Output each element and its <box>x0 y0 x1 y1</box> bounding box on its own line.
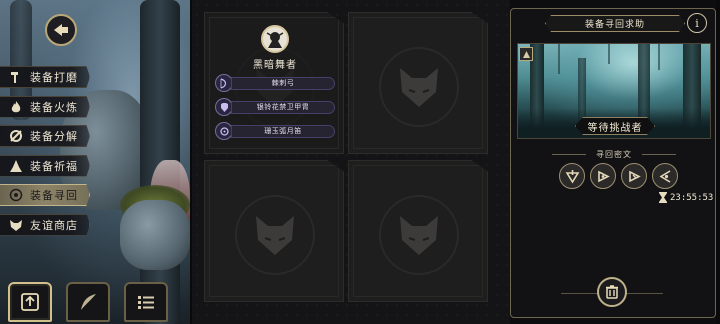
rune-slot-4[interactable] <box>652 163 678 189</box>
upload-icon <box>21 293 39 311</box>
screen-edge <box>716 0 720 324</box>
back-button[interactable] <box>45 14 77 46</box>
equipment-slots-area: 黑暗舞者 棘刺弓 银铃花禁卫甲胄 珊玉弧月笛 <box>190 0 510 324</box>
trash-icon <box>606 285 618 299</box>
timer-text: 23:55:53 <box>670 192 714 203</box>
menu-item-label: 装备火炼 <box>30 100 78 114</box>
equipment-row[interactable]: 珊玉弧月笛 <box>215 122 335 140</box>
quill-button[interactable] <box>66 282 110 322</box>
rune-2-icon <box>597 170 610 182</box>
menu-item-label: 装备寻回 <box>30 189 78 202</box>
status-banner: 等待挑战者 <box>575 117 655 135</box>
equipment-name-bar: 珊玉弧月笛 <box>231 124 335 138</box>
gear-break-icon <box>5 125 27 147</box>
menu-item-forge[interactable]: 装备火炼 <box>0 95 90 118</box>
hammer-icon <box>5 66 27 88</box>
equipment-label: 珊玉弧月笛 <box>264 127 302 135</box>
fox-shop-icon <box>5 214 27 236</box>
delete-button[interactable] <box>597 277 627 307</box>
rune-title-text: 寻回密文 <box>596 150 632 159</box>
panel-title-text: 装备寻回求助 <box>584 20 645 30</box>
equipment-row[interactable]: 银铃花禁卫甲胄 <box>215 98 335 116</box>
rune-slot-3[interactable] <box>621 163 647 189</box>
menu-item-polish[interactable]: 装备打磨 <box>0 66 90 88</box>
scene-badge <box>519 47 533 61</box>
retrieve-slot-filled[interactable]: 黑暗舞者 棘刺弓 银铃花禁卫甲胄 珊玉弧月笛 <box>204 12 344 154</box>
menu-item-label: 装备祈福 <box>30 159 78 173</box>
fox-emblem-icon <box>400 216 438 255</box>
slot-emblem <box>235 195 315 275</box>
rune-slot-1[interactable] <box>559 163 585 189</box>
rune-section-title: 寻回密文 <box>511 149 717 160</box>
badge-icon <box>522 50 530 58</box>
character-name: 黑暗舞者 <box>253 60 297 71</box>
target-icon <box>5 184 27 206</box>
quill-icon <box>81 294 96 310</box>
side-menu: 装备打磨 装备火炼 装备分解 装备祈福 装备寻回 友谊商店 <box>0 66 90 243</box>
upload-button[interactable] <box>8 282 52 322</box>
rune-slot-2[interactable] <box>590 163 616 189</box>
back-arrow-icon <box>54 24 68 36</box>
slot-emblem <box>379 195 459 275</box>
pray-icon <box>5 155 27 177</box>
menu-item-label: 友谊商店 <box>30 218 78 232</box>
rune-3-icon <box>628 170 641 182</box>
equipment-label: 棘刺弓 <box>271 79 295 87</box>
rune-4-icon <box>658 169 670 183</box>
list-button[interactable] <box>124 282 168 322</box>
fox-emblem-icon <box>256 216 294 255</box>
bottom-nav <box>8 282 168 322</box>
rune-list <box>559 163 678 189</box>
equipment-row[interactable]: 棘刺弓 <box>215 74 335 92</box>
slot-emblem <box>379 47 459 127</box>
menu-item-retrieve[interactable]: 装备寻回 <box>0 184 90 206</box>
hourglass-icon <box>659 192 667 203</box>
menu-item-label: 装备打磨 <box>30 71 78 84</box>
menu-item-disassemble[interactable]: 装备分解 <box>0 125 90 147</box>
rune-1-icon <box>565 169 579 184</box>
menu-item-friend-shop[interactable]: 友谊商店 <box>0 213 90 236</box>
equipment-name-bar: 银铃花禁卫甲胄 <box>231 100 335 114</box>
dark-dancer-icon <box>266 32 284 48</box>
panel-title: 装备寻回求助 <box>545 15 685 32</box>
status-text: 等待挑战者 <box>587 122 643 134</box>
retrieve-slot-empty[interactable] <box>348 160 488 302</box>
countdown-timer: 23:55:53 <box>659 191 713 204</box>
menu-item-label: 装备分解 <box>30 130 78 143</box>
retrieve-slot-empty[interactable] <box>204 160 344 302</box>
flame-icon <box>5 96 27 118</box>
list-icon <box>138 296 154 309</box>
equipment-label: 银铃花禁卫甲胄 <box>256 103 310 111</box>
fox-emblem-icon <box>400 68 438 107</box>
boulder <box>120 200 190 270</box>
retrieve-slot-empty[interactable] <box>348 12 488 154</box>
retrieve-help-panel: 装备寻回求助 i 等待挑战者 寻回密文 23:55:53 <box>510 8 716 318</box>
equipment-name-bar: 棘刺弓 <box>231 76 335 90</box>
character-portrait <box>261 25 289 53</box>
menu-item-bless[interactable]: 装备祈福 <box>0 154 90 177</box>
info-icon: i <box>695 16 699 30</box>
info-button[interactable]: i <box>687 13 707 33</box>
